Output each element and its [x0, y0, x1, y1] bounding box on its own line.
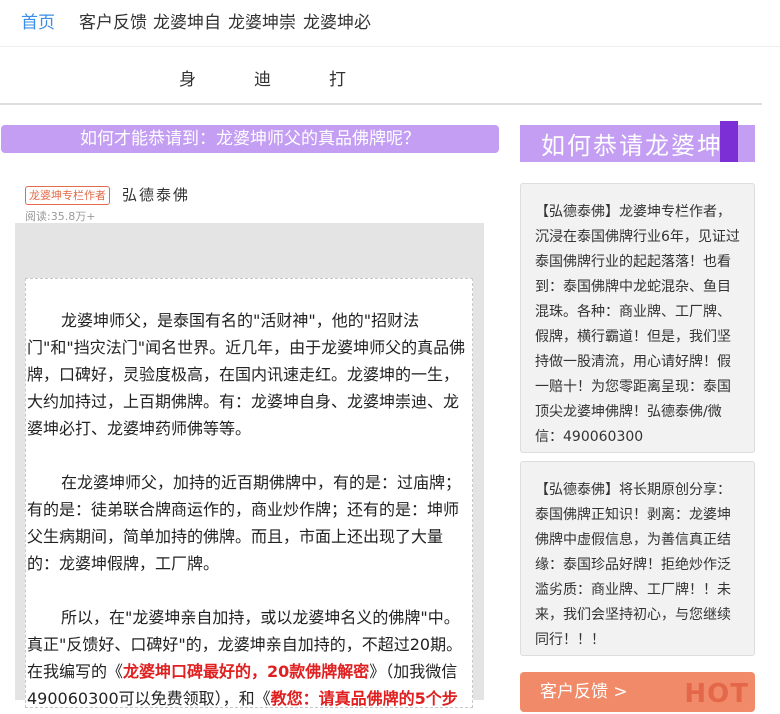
subnav-item-da[interactable]: 打	[329, 65, 346, 90]
nav-home-link[interactable]: 首页	[21, 8, 55, 33]
article-paragraph-1: 龙婆坤师父，是泰国有名的"活财神"，他的"招财法门"和"挡灾法门"闻名世界。近几…	[27, 311, 466, 438]
sidebar-title[interactable]: 如何恭请龙婆坤 佛牌	[520, 121, 755, 215]
nav-chongdi-link[interactable]: 龙婆坤崇	[228, 8, 296, 33]
guide-link-20-amulets[interactable]: 龙婆坤口碑最好的，20款佛牌解密	[123, 662, 369, 681]
article-paragraph-2: 在龙婆坤师父，加持的近百期佛牌中，有的是：过庙牌；有的是：徒弟联合牌商运作的，商…	[27, 473, 462, 573]
sidebar-title-text: 如何恭请龙婆坤	[541, 132, 723, 160]
article-title: 如何才能恭请到：龙婆坤师父的真品佛牌呢？	[1, 125, 499, 153]
top-nav: 首页 客户反馈 龙婆坤自 龙婆坤崇 龙婆坤必	[0, 0, 780, 47]
author-intro-card: 【弘德泰佛】龙婆坤专栏作者，沉浸在泰国佛牌行业6年，见证过泰国佛牌行业的起起落落…	[520, 183, 755, 453]
author-badge: 龙婆坤专栏作者	[25, 186, 110, 205]
feedback-label: 客户反馈 >	[540, 682, 628, 702]
hot-badge: HOT	[684, 679, 749, 709]
subnav-item-shen[interactable]: 身	[179, 65, 196, 90]
guide-link-5-steps[interactable]: 教您：请真品佛牌的5个步	[271, 689, 458, 707]
article-content: 龙婆坤师父，是泰国有名的"活财神"，他的"招财法门"和"挡灾法门"闻名世界。近几…	[25, 278, 473, 708]
sub-nav: 身 迪 打	[0, 47, 762, 105]
nav-feedback-link[interactable]: 客户反馈	[79, 8, 147, 33]
article-paragraph-3: 所以，在"龙婆坤亲自加持，或以龙婆坤名义的佛牌"中。真正"反馈好、口碑好"的，龙…	[26, 604, 472, 707]
read-count: 阅读:35.8万+	[25, 210, 96, 223]
customer-feedback-button[interactable]: 客户反馈 > HOT	[520, 672, 755, 712]
nav-bida-link[interactable]: 龙婆坤必	[303, 8, 371, 33]
cursor-highlight	[720, 121, 738, 162]
subnav-item-di[interactable]: 迪	[254, 65, 271, 90]
author-name[interactable]: 弘德泰佛	[122, 184, 190, 205]
nav-zishen-link[interactable]: 龙婆坤自	[153, 8, 221, 33]
mission-card: 【弘德泰佛】将长期原创分享：泰国佛牌正知识！剥离：龙婆坤佛牌中虚假信息，为善信真…	[520, 461, 755, 656]
